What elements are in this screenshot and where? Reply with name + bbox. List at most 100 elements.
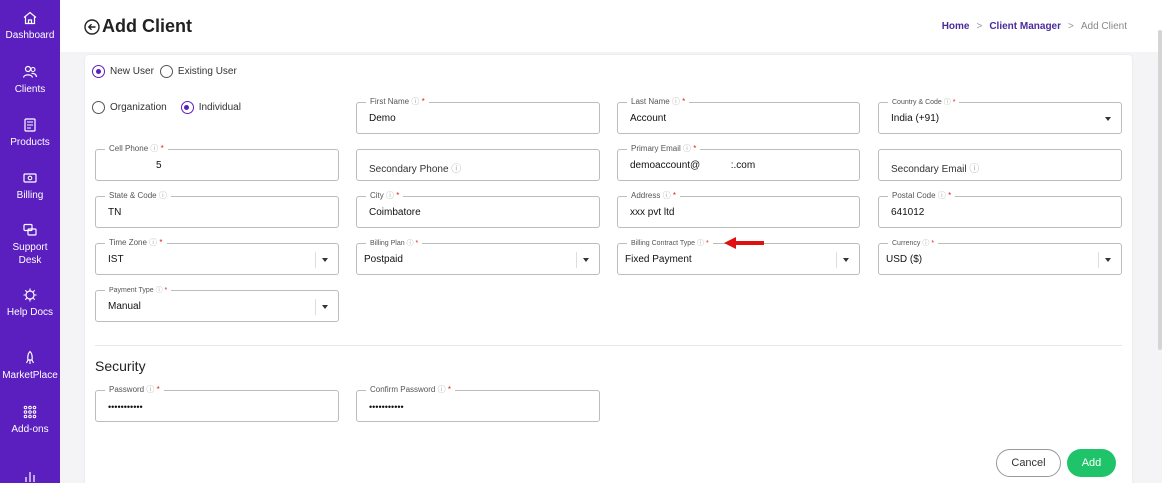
help-icon: ⓘ <box>150 144 159 153</box>
postal-code-field[interactable]: Postal Code ⓘ * 641012 <box>878 190 1122 228</box>
sidebar-item-clients[interactable]: Clients <box>0 64 60 96</box>
help-icon: ⓘ <box>943 99 951 106</box>
time-zone-label: Time Zone <box>109 238 147 247</box>
time-zone-value: IST <box>108 254 124 265</box>
individual-radio[interactable] <box>180 101 194 114</box>
first-name-label: First Name <box>370 97 410 106</box>
divider <box>1098 252 1099 268</box>
city-field[interactable]: City ⓘ * Coimbatore <box>356 190 600 228</box>
required-marker: * <box>931 240 935 247</box>
first-name-value: Demo <box>369 113 396 124</box>
secondary-phone-field[interactable]: Secondary Phone ⓘ <box>356 149 600 181</box>
required-marker: * <box>693 144 697 153</box>
currency-select[interactable]: Currency ⓘ * USD ($) <box>878 238 1122 275</box>
sidebar-item-add-ons[interactable]: Add-ons <box>0 404 60 436</box>
required-marker: * <box>447 385 451 394</box>
sidebar-item-products[interactable]: Products <box>0 117 60 149</box>
first-name-field[interactable]: First Name ⓘ * Demo <box>356 96 600 134</box>
breadcrumb-current: Add Client <box>1080 21 1127 32</box>
home-icon <box>23 11 37 25</box>
billing-plan-select[interactable]: Billing Plan ⓘ * Postpaid <box>356 238 600 275</box>
users-icon <box>22 65 38 78</box>
breadcrumb: Home > Client Manager > Add Client <box>942 21 1127 32</box>
country-code-value: India (+91) <box>891 113 940 124</box>
support-icon <box>23 223 37 236</box>
country-code-label: Country & Code <box>892 99 942 106</box>
required-marker: * <box>415 240 419 247</box>
secondary-email-placeholder: Secondary Email <box>891 164 967 175</box>
country-code-select[interactable]: Country & Code ⓘ * India (+91) <box>878 97 1122 134</box>
chevron-down-icon[interactable] <box>1105 258 1111 262</box>
primary-email-field[interactable]: Primary Email ⓘ * demoaccount@ :.com <box>617 143 860 181</box>
password-field[interactable]: Password ⓘ * ••••••••••• <box>95 384 339 422</box>
sidebar-item-label: Dashboard <box>5 30 55 41</box>
help-icon: ⓘ <box>969 164 980 175</box>
last-name-value: Account <box>630 113 667 124</box>
breadcrumb-home[interactable]: Home <box>942 21 970 32</box>
sidebar-item-label: Products <box>10 137 50 148</box>
city-value: Coimbatore <box>369 207 421 218</box>
confirm-password-field[interactable]: Confirm Password ⓘ * ••••••••••• <box>356 384 600 422</box>
sidebar-item-label: Add-ons <box>11 424 49 435</box>
required-marker: * <box>682 97 686 106</box>
required-marker: * <box>948 191 952 200</box>
addons-icon <box>23 405 37 419</box>
sidebar-item-support-desk[interactable]: Support Desk <box>0 222 60 267</box>
chevron-down-icon[interactable] <box>322 305 328 309</box>
postal-code-label: Postal Code <box>892 191 936 200</box>
primary-email-label: Primary Email <box>631 144 681 153</box>
help-icon: ⓘ <box>146 385 155 394</box>
state-code-label: State & Code <box>109 191 157 200</box>
address-field[interactable]: Address ⓘ * xxx pvt ltd <box>617 190 860 228</box>
chevron-down-icon[interactable] <box>843 258 849 262</box>
chevron-right-icon: > <box>976 21 983 32</box>
cell-phone-field[interactable]: Cell Phone ⓘ * 5 <box>95 143 339 181</box>
existing-user-radio[interactable] <box>159 65 173 78</box>
sidebar-item-dashboard[interactable]: Dashboard <box>0 10 60 42</box>
help-icon: ⓘ <box>451 164 462 175</box>
user-type-group: New User Existing User <box>92 65 243 78</box>
back-arrow-icon[interactable] <box>84 19 100 35</box>
secondary-email-field[interactable]: Secondary Email ⓘ <box>878 149 1122 181</box>
billing-contract-type-value: Fixed Payment <box>625 254 692 265</box>
help-icon: ⓘ <box>149 238 158 247</box>
red-arrow-annotation <box>724 237 764 249</box>
billing-icon <box>23 173 37 183</box>
cell-phone-label: Cell Phone <box>109 144 149 153</box>
chevron-down-icon[interactable] <box>583 258 589 262</box>
secondary-phone-placeholder: Secondary Phone <box>369 164 449 175</box>
new-user-radio[interactable] <box>92 65 105 78</box>
sidebar-item-billing[interactable]: Billing <box>0 170 60 202</box>
required-marker: * <box>160 144 164 153</box>
currency-value: USD ($) <box>886 254 923 265</box>
payment-type-label: Payment Type <box>109 287 154 294</box>
help-icon: ⓘ <box>697 240 705 247</box>
sidebar-item-label: Support Desk <box>12 242 48 266</box>
cancel-button[interactable]: Cancel <box>996 449 1061 477</box>
scrollbar[interactable] <box>1158 30 1162 350</box>
sidebar-item-reports[interactable] <box>0 466 60 483</box>
divider <box>315 299 316 315</box>
chevron-down-icon[interactable] <box>322 258 328 262</box>
sidebar-item-label: Help Docs <box>6 307 54 318</box>
primary-email-value: demoaccount@ :.com <box>630 160 756 171</box>
chevron-down-icon[interactable] <box>1105 117 1111 121</box>
last-name-label: Last Name <box>631 97 670 106</box>
help-icon: ⓘ <box>155 287 163 294</box>
billing-plan-value: Postpaid <box>364 254 403 265</box>
required-marker: * <box>164 287 168 294</box>
state-code-field[interactable]: State & Code ⓘ TN <box>95 190 339 228</box>
last-name-field[interactable]: Last Name ⓘ * Account <box>617 96 860 134</box>
sidebar-item-help-docs[interactable]: Help Docs <box>0 287 60 319</box>
time-zone-select[interactable]: Time Zone ⓘ * IST <box>95 237 339 275</box>
chevron-right-icon: > <box>1068 21 1074 32</box>
add-button[interactable]: Add <box>1067 449 1116 477</box>
topbar: Add Client Home > Client Manager > Add Clien… <box>60 0 1162 52</box>
password-value: ••••••••••• <box>108 402 143 412</box>
payment-type-value: Manual <box>108 301 141 312</box>
breadcrumb-client-manager[interactable]: Client Manager <box>989 21 1061 32</box>
sidebar-item-marketplace[interactable]: MarketPlace <box>0 350 60 382</box>
required-marker: * <box>396 191 400 200</box>
organization-radio[interactable] <box>92 101 105 114</box>
payment-type-select[interactable]: Payment Type ⓘ * Manual <box>95 285 339 322</box>
